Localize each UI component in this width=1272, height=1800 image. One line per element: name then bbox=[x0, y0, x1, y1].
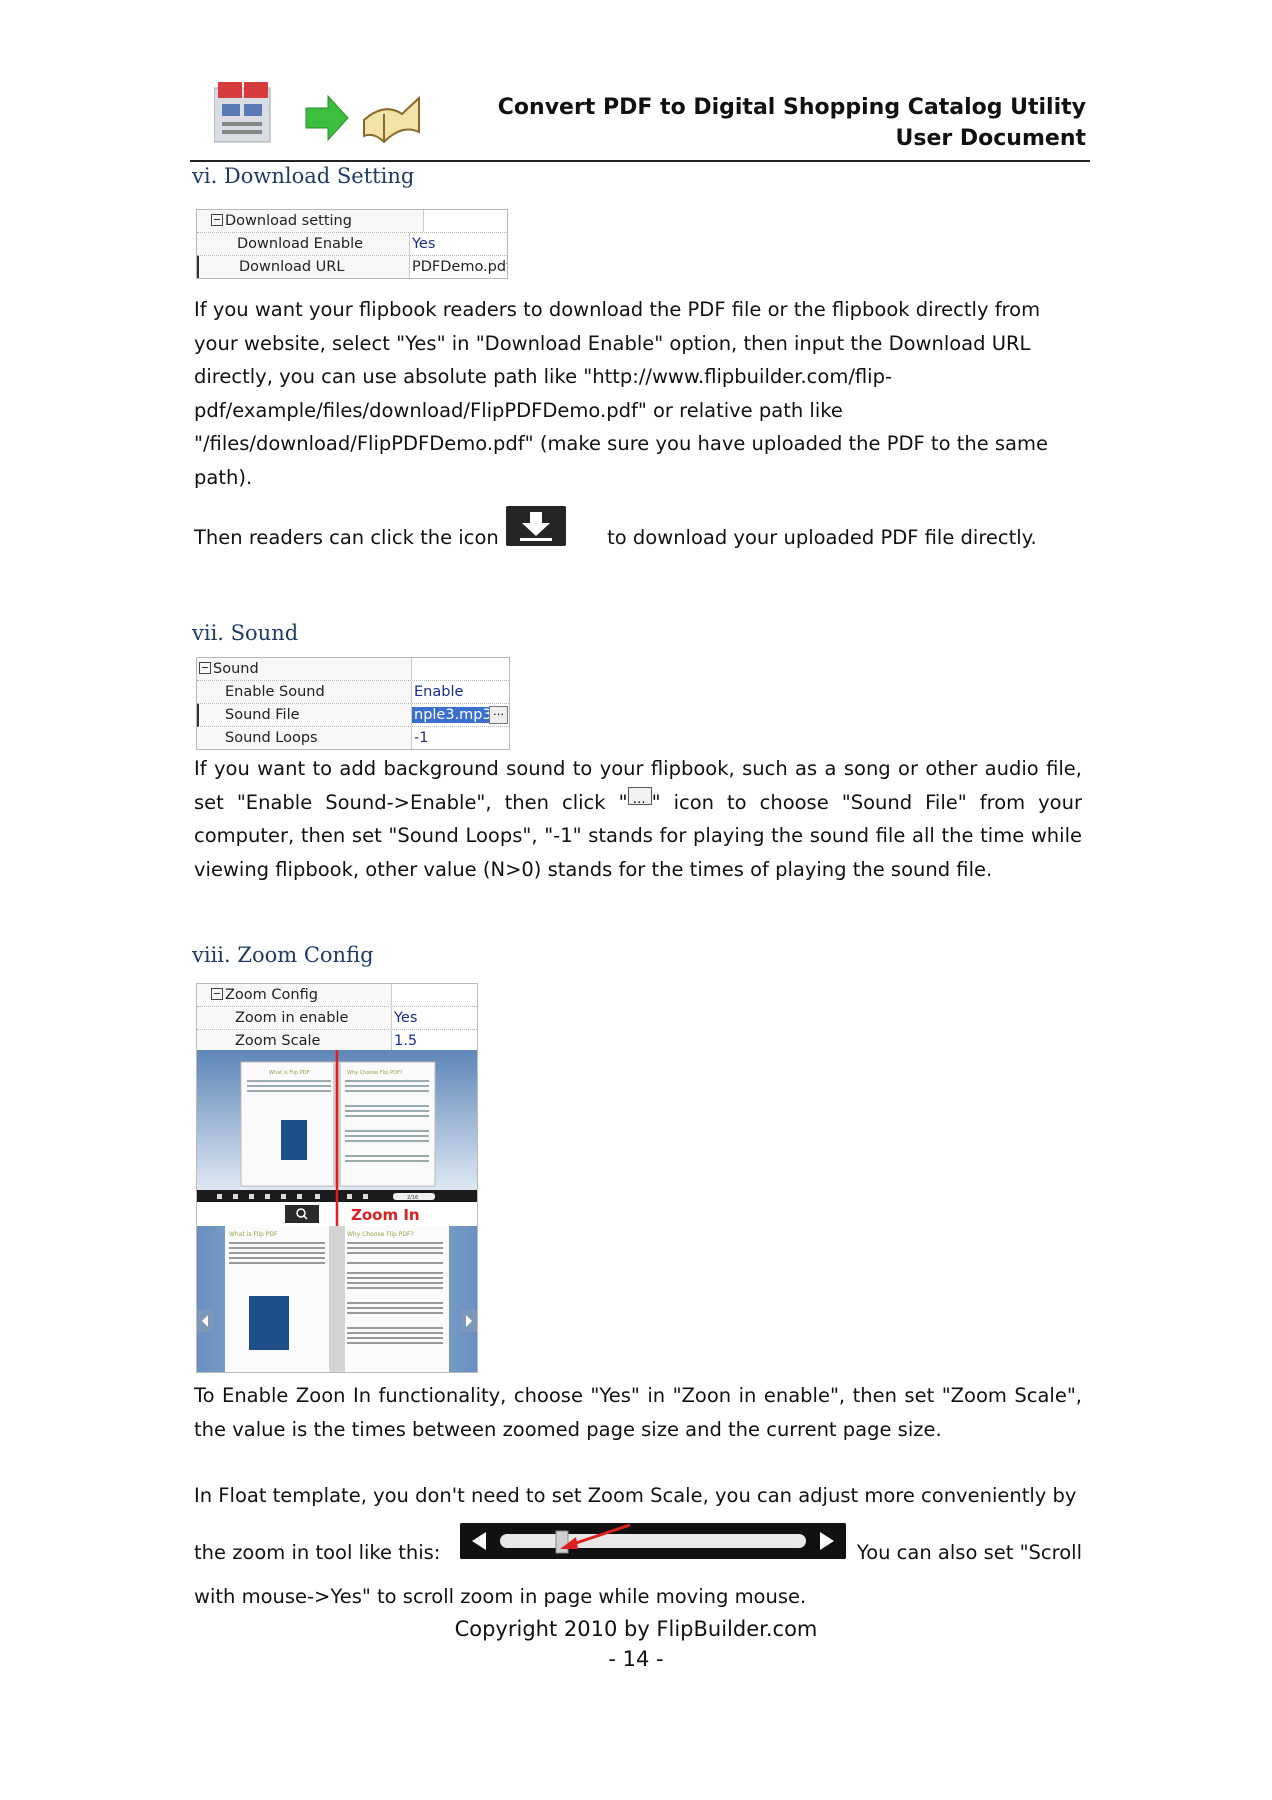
zoom-paragraph-2-line-1: In Float template, you don't need to set… bbox=[194, 1484, 1077, 1507]
collapse-icon[interactable] bbox=[199, 662, 211, 674]
grid-row-value[interactable]: Yes bbox=[410, 233, 507, 255]
grid-row-zoom-scale[interactable]: Zoom Scale 1.5 bbox=[197, 1030, 477, 1052]
grid-row-value[interactable]: Yes bbox=[392, 1007, 474, 1029]
grid-group-row[interactable]: Download setting bbox=[197, 210, 507, 233]
grid-row-zoom-in-enable[interactable]: Zoom in enable Yes bbox=[197, 1007, 477, 1030]
grid-row-value[interactable]: 1.5 bbox=[392, 1030, 474, 1052]
section-title-sound: vii. Sound bbox=[192, 621, 299, 645]
copyright-text: Copyright 2010 by FlipBuilder.com bbox=[454, 1617, 818, 1641]
zoom-paragraph-1: To Enable Zoon In functionality, choose … bbox=[194, 1384, 1082, 1441]
grid-row-sound-file[interactable]: Sound File nple3.mp3 … bbox=[197, 704, 509, 727]
sentence-before: Then readers can click the icon bbox=[194, 526, 499, 549]
title-line-2: User Document bbox=[895, 126, 1087, 151]
pdf-to-book-logo-icon bbox=[214, 82, 420, 144]
page-header: Convert PDF to Digital Shopping Catalog … bbox=[190, 74, 1090, 162]
grid-row-label: Sound File bbox=[199, 704, 412, 726]
slider-handle bbox=[555, 1530, 569, 1554]
grid-group-label: Zoom Config bbox=[197, 984, 392, 1006]
grid-row-label: Download URL bbox=[199, 256, 410, 278]
title-line-1: Convert PDF to Digital Shopping Catalog … bbox=[497, 95, 1086, 120]
grid-row-label: Download Enable bbox=[197, 233, 410, 255]
ellipsis-button-icon bbox=[627, 783, 652, 816]
product-box-image bbox=[281, 1120, 307, 1160]
download-settings-grid: Download setting Download Enable Yes Dow… bbox=[196, 209, 508, 279]
grid-row-enable-sound[interactable]: Enable Sound Enable bbox=[197, 681, 509, 704]
right-page-heading-zoomed: Why Choose Flip PDF? bbox=[347, 1231, 414, 1238]
flipbook-preview: What is Flip PDF Why Choose Flip PDF? 2/… bbox=[197, 1050, 477, 1372]
left-page-heading: What is Flip PDF bbox=[269, 1070, 310, 1076]
section-title-zoom: viii. Zoom Config bbox=[192, 943, 374, 967]
grid-row-download-url[interactable]: Download URL PDFDemo.pdf bbox=[197, 256, 507, 278]
sound-file-value[interactable]: nple3.mp3 bbox=[412, 707, 494, 723]
sentence-after: to download your uploaded PDF file direc… bbox=[607, 526, 1037, 549]
right-page-heading: Why Choose Flip PDF? bbox=[347, 1070, 403, 1076]
grid-group-row[interactable]: Sound bbox=[197, 658, 509, 681]
zoom-paragraph-2-line-3: with mouse->Yes" to scroll zoom in page … bbox=[194, 1585, 807, 1608]
grid-row-label: Zoom Scale bbox=[197, 1030, 392, 1052]
grid-group-label: Download setting bbox=[197, 210, 424, 232]
grid-row-value[interactable]: -1 bbox=[412, 727, 509, 749]
zoom-config-figure: Zoom Config Zoom in enable Yes Zoom Scal… bbox=[196, 983, 478, 1373]
document-title: Convert PDF to Digital Shopping Catalog … bbox=[498, 92, 1086, 154]
grid-group-label: Sound bbox=[197, 658, 412, 680]
zoom-settings-grid: Zoom Config Zoom in enable Yes Zoom Scal… bbox=[197, 984, 477, 1052]
grid-row-label: Sound Loops bbox=[197, 727, 412, 749]
grid-row-label: Enable Sound bbox=[197, 681, 412, 703]
grid-group-row[interactable]: Zoom Config bbox=[197, 984, 477, 1007]
grid-row-value[interactable]: PDFDemo.pdf bbox=[410, 256, 507, 278]
sound-settings-grid: Sound Enable Sound Enable Sound File npl… bbox=[196, 657, 510, 750]
grid-row-label: Zoom in enable bbox=[197, 1007, 392, 1029]
zoom-slider-tool bbox=[460, 1523, 846, 1559]
download-icon-sentence: Then readers can click the icon to downl… bbox=[194, 521, 1082, 555]
sound-paragraph: If you want to add background sound to y… bbox=[194, 752, 1082, 886]
zoom-in-label: Zoom In bbox=[351, 1206, 420, 1224]
page-counter: 2/16 bbox=[407, 1195, 418, 1201]
product-box-image-zoomed bbox=[249, 1296, 289, 1350]
download-paragraph: If you want your flipbook readers to dow… bbox=[194, 298, 1049, 489]
left-page-heading-zoomed: What is Flip PDF bbox=[229, 1231, 278, 1238]
grid-row-sound-loops[interactable]: Sound Loops -1 bbox=[197, 727, 509, 749]
collapse-icon[interactable] bbox=[211, 214, 223, 226]
collapse-icon[interactable] bbox=[211, 988, 223, 1000]
browse-file-button[interactable]: … bbox=[489, 706, 508, 724]
grid-row-download-enable[interactable]: Download Enable Yes bbox=[197, 233, 507, 256]
section-title-download: vi. Download Setting bbox=[192, 164, 415, 188]
document-page: Convert PDF to Digital Shopping Catalog … bbox=[0, 0, 1272, 1800]
page-number: - 14 - bbox=[608, 1647, 664, 1671]
grid-row-value[interactable]: Enable bbox=[412, 681, 509, 703]
zoom-in-button bbox=[285, 1205, 319, 1223]
download-icon bbox=[506, 506, 566, 546]
